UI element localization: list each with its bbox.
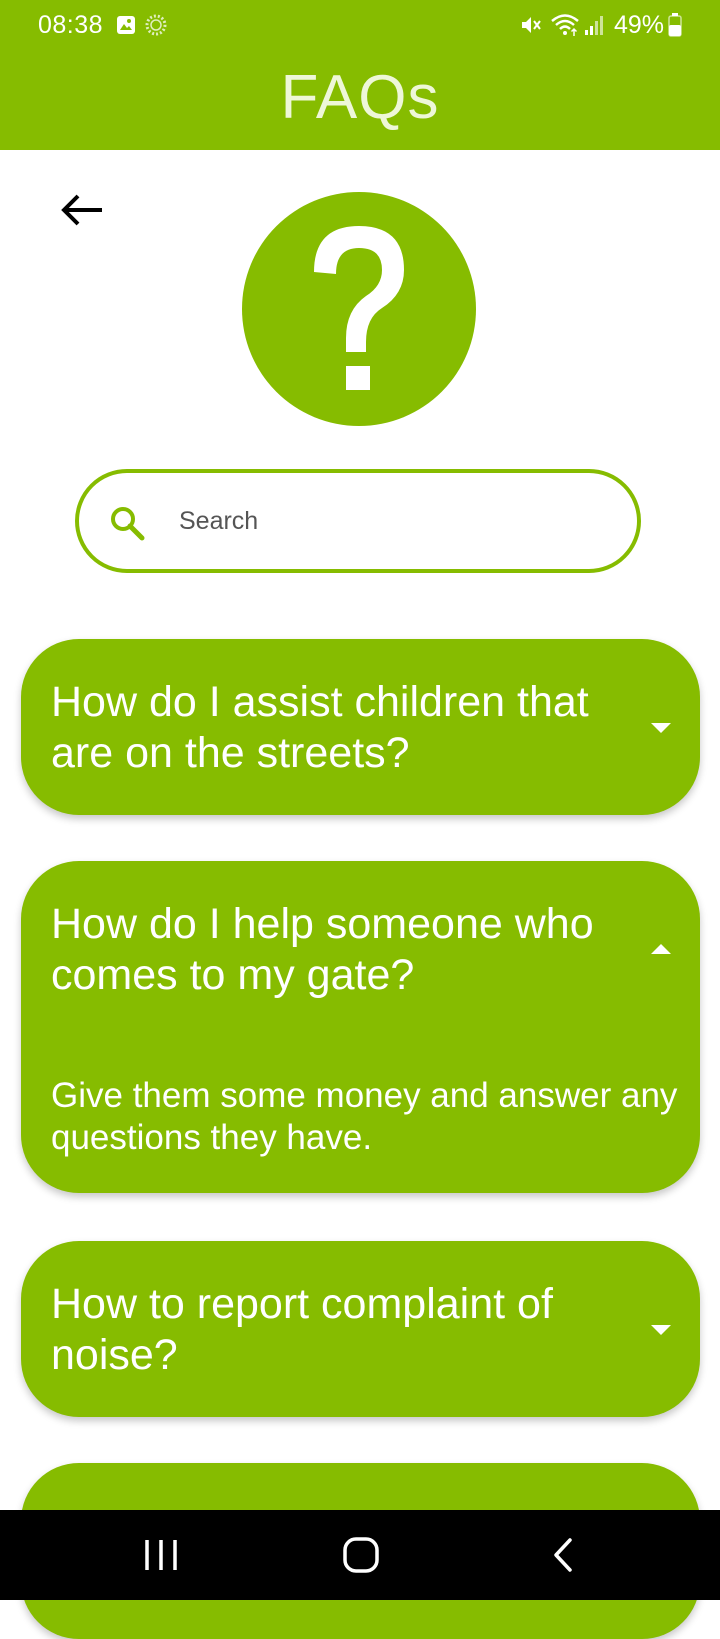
faq-question: How to report complaint of noise? bbox=[51, 1280, 553, 1379]
mute-icon bbox=[522, 17, 541, 33]
brightness-icon bbox=[145, 14, 167, 36]
faq-item-expanded[interactable]: How do I help someone who comes to my ga… bbox=[21, 861, 700, 1193]
recents-icon[interactable] bbox=[136, 1532, 186, 1578]
page-title: FAQs bbox=[280, 63, 440, 132]
question-mark-icon bbox=[242, 192, 476, 426]
chevron-down-icon bbox=[651, 1325, 671, 1335]
chevron-up-icon bbox=[651, 944, 671, 954]
faq-question: How do I help someone who comes to my ga… bbox=[51, 900, 594, 999]
chevron-down-icon bbox=[651, 723, 671, 733]
wifi-icon bbox=[551, 14, 579, 36]
status-time: 08:38 bbox=[38, 11, 104, 39]
battery-icon bbox=[668, 13, 682, 37]
signal-icon bbox=[585, 16, 603, 35]
status-bar: 08:38 49% bbox=[0, 0, 720, 52]
battery-percent: 49% bbox=[614, 11, 665, 39]
arrow-left-icon bbox=[61, 194, 102, 226]
system-nav-bar bbox=[0, 1510, 720, 1600]
search-icon bbox=[111, 507, 145, 541]
search-input[interactable] bbox=[179, 495, 599, 547]
faq-item[interactable]: How do I assist children that are on the… bbox=[21, 639, 700, 815]
back-icon[interactable] bbox=[540, 1532, 590, 1578]
home-icon[interactable] bbox=[336, 1532, 386, 1578]
back-button[interactable] bbox=[52, 180, 112, 240]
faq-item[interactable]: How to report complaint of noise? bbox=[21, 1241, 700, 1417]
image-icon bbox=[117, 16, 135, 34]
search-bar[interactable] bbox=[75, 469, 641, 573]
faq-question: How do I assist children that are on the… bbox=[51, 678, 589, 777]
faq-answer: Give them some money and answer any ques… bbox=[51, 1076, 678, 1157]
app-bar: 08:38 49% FAQs bbox=[0, 0, 720, 150]
